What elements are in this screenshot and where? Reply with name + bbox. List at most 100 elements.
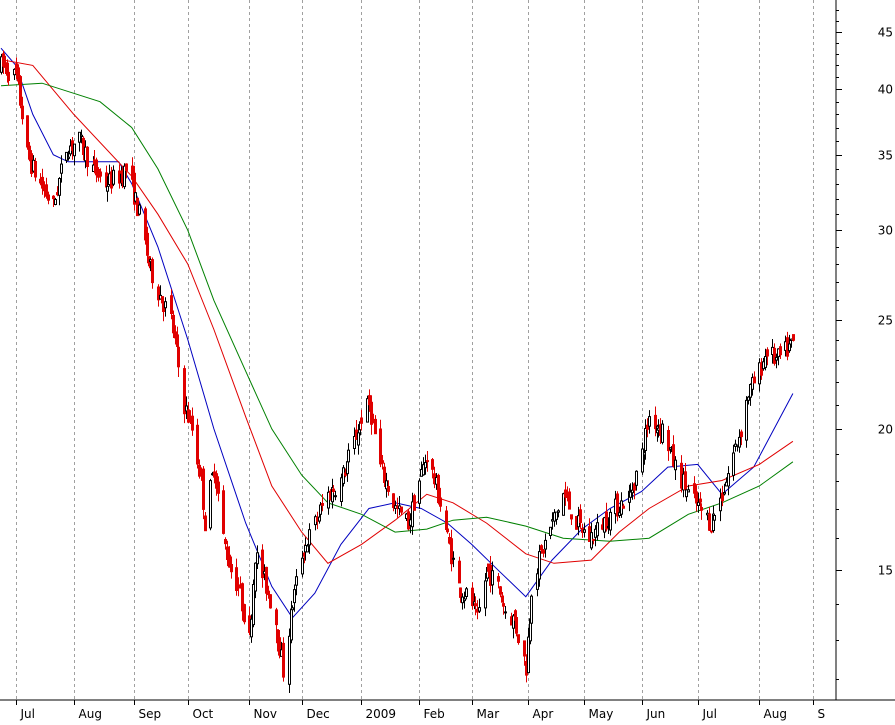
candle-body xyxy=(293,589,296,604)
candle-body xyxy=(357,432,360,446)
candle-body xyxy=(491,570,494,586)
candle-body xyxy=(583,529,586,533)
candle-body xyxy=(555,511,558,520)
candle-body xyxy=(458,560,461,584)
x-tick-label: Jul xyxy=(20,707,35,721)
candle-body xyxy=(622,505,625,509)
candle-body xyxy=(58,178,61,196)
candle-body xyxy=(106,185,109,192)
candle-body xyxy=(515,617,518,634)
candle-body xyxy=(674,459,677,471)
candle-body xyxy=(579,509,582,523)
candle-body xyxy=(99,171,102,177)
y-tick-label: 25 xyxy=(878,314,893,328)
candle-body xyxy=(224,539,227,545)
candle-body xyxy=(282,642,285,678)
candle-body xyxy=(542,550,545,554)
candle-body xyxy=(530,595,533,624)
x-tick-label: Apr xyxy=(533,707,554,721)
candle-body xyxy=(740,431,743,438)
candle-body xyxy=(295,576,298,586)
x-tick-label: May xyxy=(589,707,614,721)
candle-body xyxy=(684,471,687,491)
candle-body xyxy=(474,603,477,607)
candle-body xyxy=(65,151,68,161)
candle-body xyxy=(426,460,429,463)
x-tick-label: Oct xyxy=(193,707,214,721)
candle-body xyxy=(661,423,664,443)
candle-body xyxy=(308,529,311,546)
candle-body xyxy=(347,449,350,463)
candle-body xyxy=(383,466,386,484)
candle-body xyxy=(217,481,220,494)
candle-body xyxy=(753,376,756,384)
candle-body xyxy=(19,76,22,106)
y-tick-label: 45 xyxy=(878,26,893,40)
candle-body xyxy=(648,416,651,427)
candle-body xyxy=(319,504,322,515)
candle-body xyxy=(450,538,453,565)
candle-body xyxy=(732,452,735,476)
candle-body xyxy=(544,539,547,550)
candle-body xyxy=(243,604,246,623)
candle-body xyxy=(418,480,421,504)
candle-body xyxy=(775,357,778,361)
candle-body xyxy=(700,507,703,511)
candle-body xyxy=(570,514,573,520)
candle-body xyxy=(523,640,526,657)
candle-body xyxy=(596,522,599,537)
candle-body xyxy=(710,530,713,533)
candle-body xyxy=(446,528,449,533)
candle-body xyxy=(431,459,434,470)
stock-chart: 15 20 25 30 35 40 45 Jul Aug Sep Oct Nov Dec 2009 Feb… xyxy=(0,0,895,721)
candle-body xyxy=(517,634,520,644)
x-tick-label: S xyxy=(818,707,826,721)
candle-body xyxy=(504,611,507,614)
candle-body xyxy=(54,199,57,205)
candle-body xyxy=(527,636,530,674)
candle-body xyxy=(202,468,205,510)
candle-body xyxy=(568,491,571,510)
candle-body xyxy=(26,115,29,148)
y-tick-label: 40 xyxy=(878,83,893,97)
candle-body xyxy=(465,588,468,597)
candle-body xyxy=(177,346,180,368)
candle-body xyxy=(321,503,324,506)
candle-body xyxy=(766,349,769,357)
candle-body xyxy=(269,594,272,609)
candle-body xyxy=(7,71,10,82)
candle-body xyxy=(374,418,377,435)
candle-body xyxy=(779,346,782,356)
candle-body xyxy=(196,424,199,465)
candle-body xyxy=(764,356,767,368)
candle-body xyxy=(499,586,502,595)
candle-body xyxy=(34,161,37,178)
candle-body xyxy=(67,156,70,159)
candle-body xyxy=(738,436,741,448)
candle-body xyxy=(112,169,115,185)
candle-body xyxy=(73,143,76,157)
candle-body xyxy=(387,486,390,492)
candle-body xyxy=(222,490,225,534)
candle-body xyxy=(187,409,190,423)
candle-body xyxy=(459,587,462,598)
candle-body xyxy=(644,428,647,451)
candle-body xyxy=(609,511,612,531)
candle-body xyxy=(230,564,233,573)
candle-body xyxy=(334,495,337,498)
candle-body xyxy=(256,552,259,565)
y-tick-label: 20 xyxy=(878,423,893,437)
candle-body xyxy=(424,462,427,469)
candle-body xyxy=(792,334,795,341)
candle-body xyxy=(138,204,141,215)
x-tick-label: Feb xyxy=(424,707,445,721)
candle-body xyxy=(80,134,83,138)
candle-body xyxy=(463,598,466,602)
candle-body xyxy=(191,415,194,431)
candle-body xyxy=(209,480,212,529)
candle-body xyxy=(697,501,700,506)
y-tick-label: 30 xyxy=(878,224,893,238)
candle-body xyxy=(699,498,702,503)
chart-canvas: 15 20 25 30 35 40 45 Jul Aug Sep Oct Nov Dec 2009 Feb… xyxy=(0,0,895,721)
candle-body xyxy=(346,461,349,475)
